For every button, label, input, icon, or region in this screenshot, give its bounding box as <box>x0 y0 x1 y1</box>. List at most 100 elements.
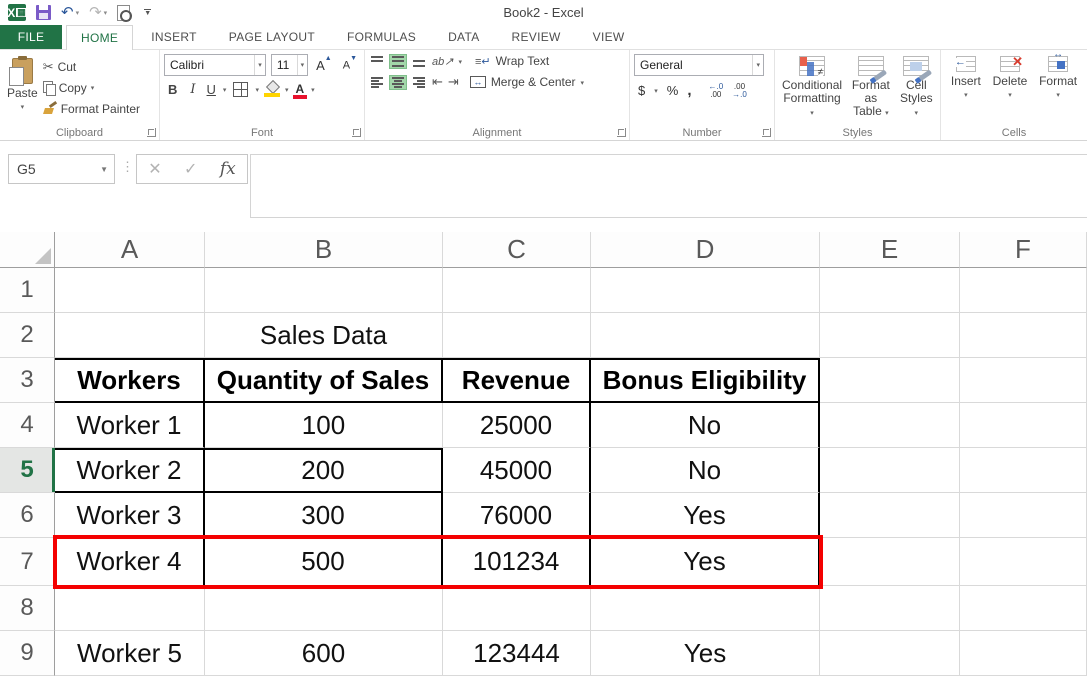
cut-button[interactable]: ✂ Cut <box>41 56 142 77</box>
increase-decimal-button[interactable]: ←.0 .00 <box>708 83 723 99</box>
copy-button[interactable]: Copy ▾ <box>41 77 142 98</box>
cell-F5[interactable] <box>960 448 1087 493</box>
cell-B1[interactable] <box>205 268 443 313</box>
tab-home[interactable]: HOME <box>66 25 133 50</box>
format-cells-button[interactable]: Format ▾ <box>1036 54 1080 124</box>
conditional-formatting-button[interactable]: Conditional Formatting ▾ <box>779 54 845 124</box>
column-header-F[interactable]: F <box>960 232 1087 268</box>
cell-E9[interactable] <box>820 631 960 676</box>
cell-A7[interactable]: Worker 4 <box>55 538 205 586</box>
row-header-2[interactable]: 2 <box>0 313 55 358</box>
cell-F8[interactable] <box>960 586 1087 631</box>
italic-button[interactable]: I <box>186 82 199 97</box>
tab-view[interactable]: VIEW <box>579 25 639 49</box>
row-header-9[interactable]: 9 <box>0 631 55 676</box>
cell-E8[interactable] <box>820 586 960 631</box>
bottom-align-button[interactable] <box>411 55 427 68</box>
borders-icon[interactable] <box>233 82 248 97</box>
cell-E3[interactable] <box>820 358 960 403</box>
cell-C9[interactable]: 123444 <box>443 631 591 676</box>
cell-A3[interactable]: Workers <box>55 358 205 403</box>
cell-D1[interactable] <box>591 268 820 313</box>
cell-B6[interactable]: 300 <box>205 493 443 538</box>
percent-style-button[interactable]: % <box>667 83 679 98</box>
tab-page-layout[interactable]: PAGE LAYOUT <box>215 25 329 49</box>
font-dialog-launcher-icon[interactable] <box>352 128 361 137</box>
format-as-table-button[interactable]: Format as Table ▾ <box>845 54 897 124</box>
cell-E7[interactable] <box>820 538 960 586</box>
cell-D9[interactable]: Yes <box>591 631 820 676</box>
cell-C1[interactable] <box>443 268 591 313</box>
tab-file[interactable]: FILE <box>0 25 62 49</box>
font-name-caret-icon[interactable]: ▾ <box>254 55 265 75</box>
column-header-E[interactable]: E <box>820 232 960 268</box>
orientation-button[interactable]: ab↗ <box>432 55 453 68</box>
paste-button[interactable]: Paste ▾ <box>4 54 41 124</box>
font-size-combo[interactable]: 11 ▾ <box>271 54 308 76</box>
cell-D4[interactable]: No <box>591 403 820 448</box>
align-left-button[interactable] <box>369 76 385 89</box>
copy-caret-icon[interactable]: ▾ <box>91 84 95 92</box>
row-header-5[interactable]: 5 <box>0 448 55 493</box>
insert-cells-button[interactable]: Insert ▾ <box>948 54 984 124</box>
accounting-caret-icon[interactable]: ▾ <box>654 87 658 95</box>
column-header-B[interactable]: B <box>205 232 443 268</box>
cell-F6[interactable] <box>960 493 1087 538</box>
formula-bar-resize-handle[interactable]: ⋮ <box>121 159 134 175</box>
fill-color-caret-icon[interactable]: ▾ <box>285 86 289 94</box>
font-color-icon[interactable]: A <box>293 83 306 95</box>
cell-D6[interactable]: Yes <box>591 493 820 538</box>
font-name-combo[interactable]: Calibri ▾ <box>164 54 266 76</box>
delete-cells-button[interactable]: Delete ▾ <box>990 54 1031 124</box>
decrease-decimal-button[interactable]: .00 →.0 <box>732 83 747 99</box>
tab-review[interactable]: REVIEW <box>498 25 575 49</box>
cell-E1[interactable] <box>820 268 960 313</box>
cell-C7[interactable]: 101234 <box>443 538 591 586</box>
select-all-button[interactable] <box>0 232 55 268</box>
merge-center-caret-icon[interactable]: ▾ <box>581 79 585 87</box>
bold-button[interactable]: B <box>164 82 181 97</box>
row-header-1[interactable]: 1 <box>0 268 55 313</box>
row-header-3[interactable]: 3 <box>0 358 55 403</box>
underline-caret-icon[interactable]: ▾ <box>223 86 227 94</box>
insert-function-icon[interactable]: fx <box>220 159 236 179</box>
align-center-button[interactable] <box>390 76 406 89</box>
align-right-button[interactable] <box>411 76 427 89</box>
row-header-8[interactable]: 8 <box>0 586 55 631</box>
cell-B3[interactable]: Quantity of Sales <box>205 358 443 403</box>
cell-B9[interactable]: 600 <box>205 631 443 676</box>
cell-A8[interactable] <box>55 586 205 631</box>
enter-icon[interactable]: ✓ <box>184 159 197 179</box>
comma-style-button[interactable]: , <box>687 82 691 99</box>
formula-input[interactable] <box>250 154 1087 218</box>
cell-C4[interactable]: 25000 <box>443 403 591 448</box>
number-format-caret-icon[interactable]: ▾ <box>752 55 763 75</box>
accounting-format-button[interactable]: $ <box>638 83 645 98</box>
decrease-indent-icon[interactable]: ⇤ <box>432 74 443 90</box>
merge-center-button[interactable]: Merge & Center <box>491 75 576 89</box>
column-header-C[interactable]: C <box>443 232 591 268</box>
cell-A5[interactable]: Worker 2 <box>55 448 205 493</box>
cell-F3[interactable] <box>960 358 1087 403</box>
cell-A9[interactable]: Worker 5 <box>55 631 205 676</box>
clipboard-dialog-launcher-icon[interactable] <box>147 128 156 137</box>
cell-D7[interactable]: Yes <box>591 538 820 586</box>
tab-formulas[interactable]: FORMULAS <box>333 25 430 49</box>
cell-C8[interactable] <box>443 586 591 631</box>
underline-button[interactable]: U <box>205 82 218 97</box>
increase-indent-icon[interactable]: ⇥ <box>448 74 459 90</box>
format-painter-button[interactable]: Format Painter <box>41 98 142 119</box>
cell-E2[interactable] <box>820 313 960 358</box>
cell-E5[interactable] <box>820 448 960 493</box>
cell-D2[interactable] <box>591 313 820 358</box>
cell-D8[interactable] <box>591 586 820 631</box>
cell-styles-button[interactable]: Cell Styles ▾ <box>897 54 936 124</box>
number-dialog-launcher-icon[interactable] <box>762 128 771 137</box>
row-header-4[interactable]: 4 <box>0 403 55 448</box>
cell-D5[interactable]: No <box>591 448 820 493</box>
cell-C6[interactable]: 76000 <box>443 493 591 538</box>
cell-A6[interactable]: Worker 3 <box>55 493 205 538</box>
cell-C5[interactable]: 45000 <box>443 448 591 493</box>
middle-align-button[interactable] <box>390 55 406 68</box>
number-format-combo[interactable]: General ▾ <box>634 54 764 76</box>
